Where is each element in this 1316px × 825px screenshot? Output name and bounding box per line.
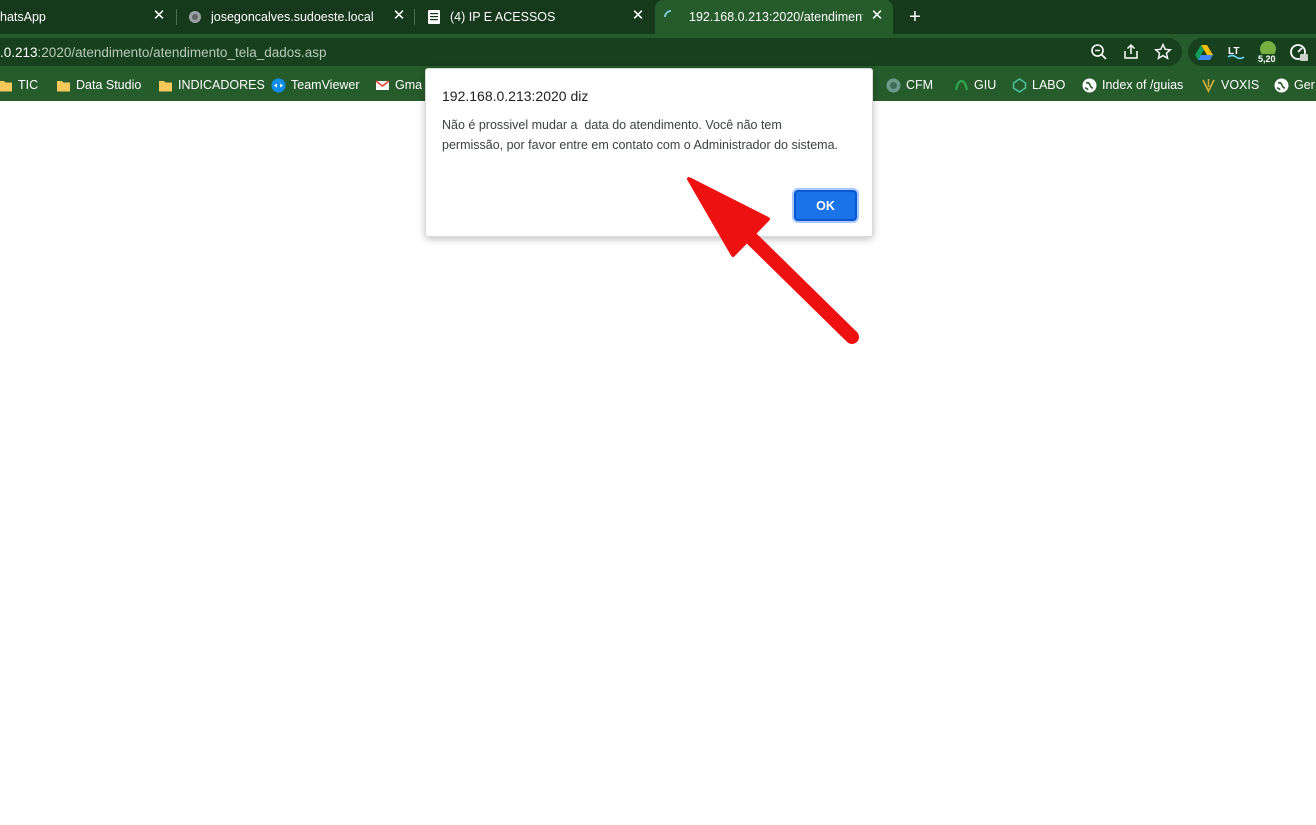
bookmark-gmail[interactable]: Gma [375, 77, 425, 95]
alert-dialog: 192.168.0.213:2020 diz Não é prossivel m… [425, 68, 873, 237]
tab-strip: hatsApp ✕ josegoncalves.sudoeste.local ✕… [0, 0, 1316, 34]
new-tab-button[interactable]: + [905, 7, 925, 27]
bookmark-label: INDICADORES [178, 78, 265, 92]
bookmark-label: VOXIS [1221, 78, 1260, 92]
share-icon[interactable] [1121, 42, 1141, 62]
tab-josegoncalves[interactable]: josegoncalves.sudoeste.local ✕ [178, 0, 414, 34]
tab-title: hatsApp [0, 10, 46, 24]
cfm-icon [886, 78, 901, 93]
globe-icon [1274, 78, 1289, 93]
folder-icon [0, 81, 12, 92]
tab-title: (4) IP E ACESSOS [450, 10, 556, 24]
bookmark-label: CFM [906, 78, 934, 92]
bookmark-label: Ger [1294, 78, 1315, 92]
url-path: :2020/atendimento/atendimento_tela_dados… [37, 45, 327, 60]
extensions-area: LT 5,20 [1188, 38, 1316, 66]
url-host: .0.213 [0, 45, 38, 60]
folder-icon [57, 81, 70, 92]
tab-title: 192.168.0.213:2020/atendimento [689, 10, 863, 24]
loading-spinner-icon [664, 10, 672, 18]
close-icon[interactable]: ✕ [391, 8, 407, 24]
close-icon[interactable]: ✕ [630, 8, 646, 24]
bookmark-ger[interactable]: Ger [1274, 77, 1316, 95]
dialog-message: Não é prossivel mudar a data do atendime… [442, 118, 839, 152]
teamviewer-icon [271, 78, 286, 93]
lt-extension-icon[interactable]: LT [1226, 42, 1246, 62]
globe-icon [1082, 78, 1097, 93]
document-icon [428, 10, 440, 24]
labo-icon [1012, 78, 1027, 93]
bookmark-label: TeamViewer [291, 78, 360, 92]
bookmark-label: Data Studio [76, 78, 142, 92]
close-icon[interactable]: ✕ [869, 8, 885, 24]
address-bar[interactable]: .0.213:2020/atendimento/atendimento_tela… [0, 38, 1182, 66]
gmail-icon [375, 80, 390, 90]
google-drive-icon[interactable] [1194, 42, 1214, 62]
tab-title: josegoncalves.sudoeste.local [211, 10, 374, 24]
tab-atendimento-active[interactable]: 192.168.0.213:2020/atendimento ✕ [655, 0, 893, 34]
globe-icon [189, 11, 201, 23]
giu-icon [954, 79, 969, 91]
tab-ip-e-acessos[interactable]: (4) IP E ACESSOS ✕ [416, 0, 654, 34]
browser-toolbar: .0.213:2020/atendimento/atendimento_tela… [0, 34, 1316, 70]
folder-icon [159, 81, 172, 92]
bookmark-label: TIC [18, 78, 39, 92]
performance-icon[interactable] [1288, 42, 1308, 62]
close-icon[interactable]: ✕ [151, 8, 167, 24]
zoom-icon[interactable] [1089, 42, 1109, 62]
url-text[interactable]: .0.213:2020/atendimento/atendimento_tela… [0, 45, 327, 60]
bookmark-label: LABO [1032, 78, 1066, 92]
tab-separator [176, 9, 177, 25]
dialog-title: 192.168.0.213:2020 diz [442, 88, 589, 104]
bookmark-star-icon[interactable] [1153, 42, 1173, 62]
tab-separator [414, 9, 415, 25]
bookmark-label: GIU [974, 78, 997, 92]
bookmark-label: Index of /guias [1102, 78, 1184, 92]
extension-badge: 5,20 [1256, 54, 1278, 64]
voxis-icon [1202, 79, 1215, 93]
tab-whatsapp[interactable]: hatsApp ✕ [0, 0, 174, 34]
ok-button[interactable]: OK [794, 190, 857, 221]
bookmark-label: Gma [395, 78, 423, 92]
